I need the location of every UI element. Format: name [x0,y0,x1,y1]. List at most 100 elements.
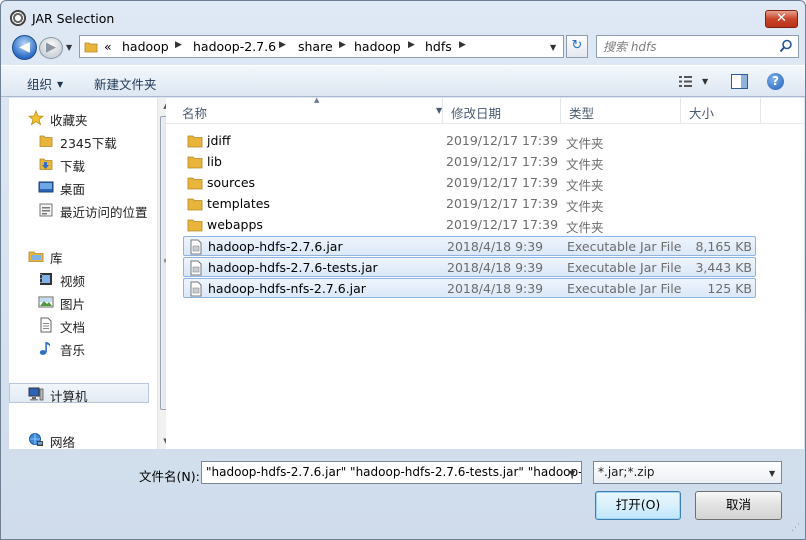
file-name: jdiff [207,133,231,148]
file-type: Executable Jar File [567,281,682,296]
column-header-modified[interactable]: 修改日期 [443,98,561,123]
address-overflow[interactable]: « [104,39,112,54]
breadcrumb-separator-icon[interactable]: ▶ [339,40,346,50]
column-filter-chevron-down-icon[interactable]: ▼ [436,106,442,115]
folder-icon [187,156,203,169]
folder-icon [187,135,203,148]
sidebar-item-music[interactable]: 音乐 [9,338,149,358]
column-header-type[interactable]: 类型 [561,98,681,123]
desktop-icon [38,181,54,193]
filename-history-chevron-down-icon[interactable]: ▼ [569,469,575,478]
file-type-chevron-down-icon[interactable]: ▼ [769,469,775,478]
title-bar[interactable]: JAR Selection ✕ [1,1,805,33]
column-header-label: 修改日期 [451,106,502,121]
music-icon [39,342,51,355]
header-divider [166,123,804,124]
recent-places-icon [39,203,53,217]
sidebar-item-documents[interactable]: 文档 [9,315,149,335]
address-history-chevron-down-icon[interactable]: ▼ [550,43,556,52]
sidebar-item-label: 音乐 [60,343,86,358]
sidebar-item-2345-downloads[interactable]: 2345下载 [9,131,149,151]
preview-pane-icon[interactable] [731,74,748,89]
help-icon[interactable]: ? [767,73,784,90]
sidebar-item-favorites[interactable]: 收藏夹 [9,108,149,128]
search-box[interactable] [596,35,799,58]
command-toolbar: 组织 ▼ 新建文件夹 ▼ ? [1,65,805,97]
file-row[interactable]: sources 2019/12/17 17:39 文件夹 [183,173,756,193]
breadcrumb-hadoop-2[interactable]: hadoop [354,39,401,54]
search-icon[interactable] [779,39,793,53]
sidebar-item-label: 2345下载 [60,136,117,151]
file-row-selected[interactable]: hadoop-hdfs-2.7.6-tests.jar 2018/4/18 9:… [183,257,756,277]
breadcrumb-hadoop[interactable]: hadoop [122,39,169,54]
downloads-folder-icon [39,158,53,170]
sidebar-item-pictures[interactable]: 图片 [9,292,149,312]
file-type: Executable Jar File [567,260,682,275]
file-date: 2019/12/17 17:39 [446,196,559,211]
file-type: Executable Jar File [567,239,682,254]
folder-icon [39,135,53,147]
file-row[interactable]: webapps 2019/12/17 17:39 文件夹 [183,215,756,235]
organize-label: 组织 [27,77,53,92]
java-app-icon [10,10,26,26]
sidebar-item-videos[interactable]: 视频 [9,269,149,289]
file-row[interactable]: lib 2019/12/17 17:39 文件夹 [183,152,756,172]
close-button[interactable]: ✕ [765,10,798,28]
breadcrumb-hadoop-2.7.6[interactable]: hadoop-2.7.6 [193,39,276,54]
file-size: 3,443 KB [695,260,752,275]
sidebar-item-desktop[interactable]: 桌面 [9,177,149,197]
column-header-label: 名称 [182,106,208,121]
address-bar[interactable]: « hadoop ▶ hadoop-2.7.6 ▶ share ▶ hadoop… [79,35,564,58]
sidebar-item-libraries[interactable]: 库 [9,246,149,266]
column-header-name[interactable]: 名称 ▲ ▼ [174,96,443,123]
filename-input[interactable]: "hadoop-hdfs-2.7.6.jar" "hadoop-hdfs-2.7… [201,461,582,484]
file-type-filter-select[interactable]: *.jar;*.zip [593,461,782,484]
breadcrumb-share[interactable]: share [298,39,333,54]
back-button[interactable]: ◀ [12,35,37,60]
organize-menu-button[interactable]: 组织 ▼ [27,74,63,93]
file-date: 2018/4/18 9:39 [447,281,544,296]
cancel-button[interactable]: 取消 [695,491,782,520]
column-header-size[interactable]: 大小 [681,98,761,123]
navigation-pane: 收藏夹 2345下载 下载 桌面 最近访问的位置 库 视频 图片 文档 音乐 计… [9,98,173,450]
recent-locations-chevron-down-icon[interactable]: ▼ [66,43,72,52]
documents-icon [40,317,52,333]
column-header-label: 大小 [689,106,715,121]
breadcrumb-separator-icon[interactable]: ▶ [279,40,286,50]
file-row-selected[interactable]: hadoop-hdfs-nfs-2.7.6.jar 2018/4/18 9:39… [183,278,756,298]
search-input[interactable] [603,39,773,55]
sidebar-item-label: 最近访问的位置 [60,205,148,220]
file-type: 文件夹 [566,157,604,172]
file-name: hadoop-hdfs-2.7.6-tests.jar [208,260,378,275]
resize-grip-icon[interactable]: ⋰ [791,524,800,533]
file-type: 文件夹 [566,136,604,151]
filename-label: 文件名(N): [139,469,200,484]
network-icon [29,433,43,446]
file-row[interactable]: templates 2019/12/17 17:39 文件夹 [183,194,756,214]
sidebar-item-recent-places[interactable]: 最近访问的位置 [9,200,149,220]
sidebar-item-label: 文档 [60,320,86,335]
view-options-chevron-down-icon[interactable]: ▼ [702,77,708,86]
breadcrumb-hdfs[interactable]: hdfs [425,39,452,54]
sidebar-item-label: 网络 [50,435,76,450]
breadcrumb-separator-icon[interactable]: ▶ [459,40,466,50]
jar-file-icon [190,260,202,276]
sidebar-item-computer[interactable]: 计算机 [9,383,149,404]
breadcrumb-separator-icon[interactable]: ▶ [408,40,415,50]
new-folder-button[interactable]: 新建文件夹 [94,74,157,93]
pictures-icon [38,296,54,308]
file-type: 文件夹 [566,178,604,193]
file-row[interactable]: jdiff 2019/12/17 17:39 文件夹 [183,131,756,151]
library-icon [28,251,44,262]
breadcrumb-separator-icon[interactable]: ▶ [175,40,182,50]
folder-icon [187,198,203,211]
file-type: 文件夹 [566,199,604,214]
jar-selection-dialog: JAR Selection ✕ ◀ ▶ ▼ « hadoop ▶ hadoop-… [0,0,806,540]
sidebar-item-downloads[interactable]: 下载 [9,154,149,174]
forward-button[interactable]: ▶ [39,37,63,59]
view-options-icon[interactable] [678,74,693,89]
sidebar-item-network[interactable]: 网络 [9,430,149,450]
file-row-selected[interactable]: hadoop-hdfs-2.7.6.jar 2018/4/18 9:39 Exe… [183,236,756,256]
open-button[interactable]: 打开(O) [595,491,681,520]
refresh-button[interactable]: ↻ [566,35,588,58]
